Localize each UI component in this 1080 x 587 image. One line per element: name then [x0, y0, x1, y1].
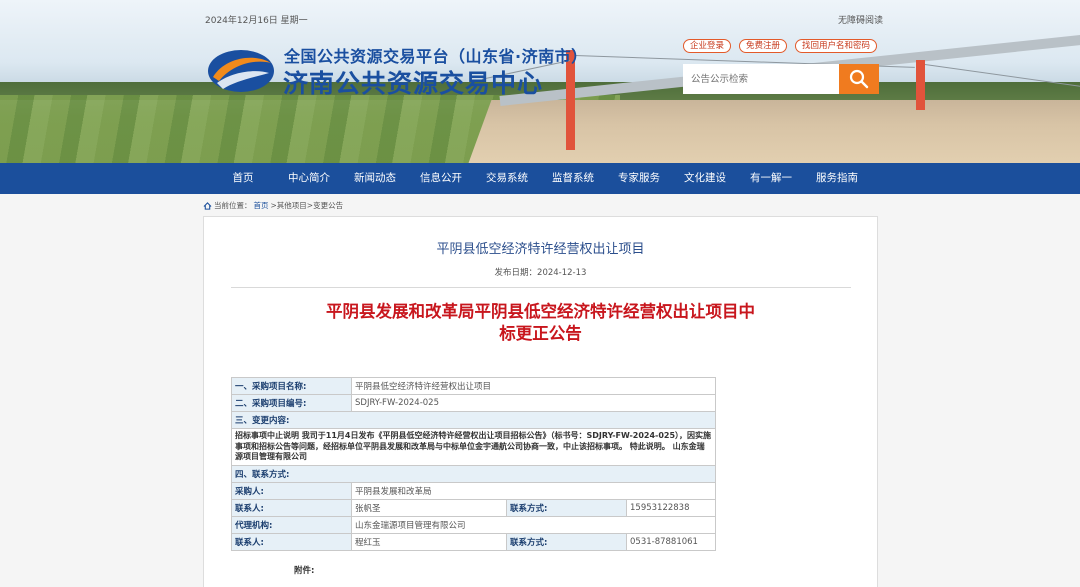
account-buttons: 企业登录 免费注册 找回用户名和密码 [683, 39, 878, 53]
table-row: 三、变更内容: [231, 411, 716, 429]
accessible-reading-link[interactable]: 无障碍阅读 [838, 13, 883, 26]
breadcrumb-home-link[interactable]: 首页 [254, 200, 269, 211]
announcement-headline: 平阴县发展和改革局平阴县低空经济特许经营权出让项目中 标更正公告 [326, 302, 755, 343]
table-row: 代理机构: 山东金瑞源项目管理有限公司 [231, 515, 716, 534]
table-row: 一、采购项目名称: 平阴县低空经济特许经营权出让项目 [231, 377, 716, 395]
announcement-table: 一、采购项目名称: 平阴县低空经济特许经营权出让项目 二、采购项目编号: SDJ… [231, 377, 716, 551]
company-login-button[interactable]: 企业登录 [683, 39, 732, 53]
nav-solve-one[interactable]: 有一解一 [738, 163, 804, 194]
search-button[interactable] [839, 64, 879, 94]
divider [231, 287, 851, 288]
nav-home[interactable]: 首页 [210, 163, 276, 194]
search-bar [683, 64, 879, 94]
attachment-label: 附件: [294, 566, 315, 576]
table-row: 二、采购项目编号: SDJRY-FW-2024-025 [231, 394, 716, 412]
nav-about[interactable]: 中心简介 [276, 163, 342, 194]
nav-supervision[interactable]: 监督系统 [540, 163, 606, 194]
nav-culture[interactable]: 文化建设 [672, 163, 738, 194]
nav-trading-system[interactable]: 交易系统 [474, 163, 540, 194]
nav-service-guide[interactable]: 服务指南 [804, 163, 870, 194]
nav-disclosure[interactable]: 信息公开 [408, 163, 474, 194]
table-row: 招标事项中止说明 我司于11月4日发布《平阴县低空经济特许经营权出让项目招标公告… [231, 428, 716, 466]
breadcrumb: 当前位置： 首页 >其他项目>变更公告 [203, 200, 343, 211]
content-panel: 平阴县低空经济特许经营权出让项目 发布日期：2024-12-13 平阴县发展和改… [203, 216, 878, 587]
table-row: 采购人: 平阴县发展和改革局 [231, 481, 716, 500]
center-title: 济南公共资源交易中心 [283, 69, 544, 98]
recover-account-button[interactable]: 找回用户名和密码 [795, 39, 878, 53]
table-row: 联系人: 程红玉 联系方式: 0531-87881061 [231, 532, 716, 551]
search-icon [849, 69, 869, 89]
breadcrumb-label: 当前位置： [214, 201, 252, 210]
bridge-tower [916, 60, 925, 110]
table-row: 联系人: 张帆圣 联系方式: 15953122838 [231, 498, 716, 517]
breadcrumb-path: >其他项目>变更公告 [270, 201, 344, 210]
free-register-button[interactable]: 免费注册 [739, 39, 788, 53]
nav-expert-service[interactable]: 专家服务 [606, 163, 672, 194]
logo-icon [208, 50, 274, 92]
nav-news[interactable]: 新闻动态 [342, 163, 408, 194]
main-nav: 首页 中心简介 新闻动态 信息公开 交易系统 监督系统 专家服务 文化建设 有一… [0, 163, 1080, 194]
date-line: 2024年12月16日 星期一 [205, 16, 308, 26]
search-input[interactable] [683, 64, 839, 94]
home-icon [203, 201, 212, 210]
page-title: 平阴县低空经济特许经营权出让项目 [436, 242, 645, 257]
publish-date: 发布日期：2024-12-13 [494, 268, 587, 278]
table-row: 四、联系方式: [231, 464, 716, 483]
